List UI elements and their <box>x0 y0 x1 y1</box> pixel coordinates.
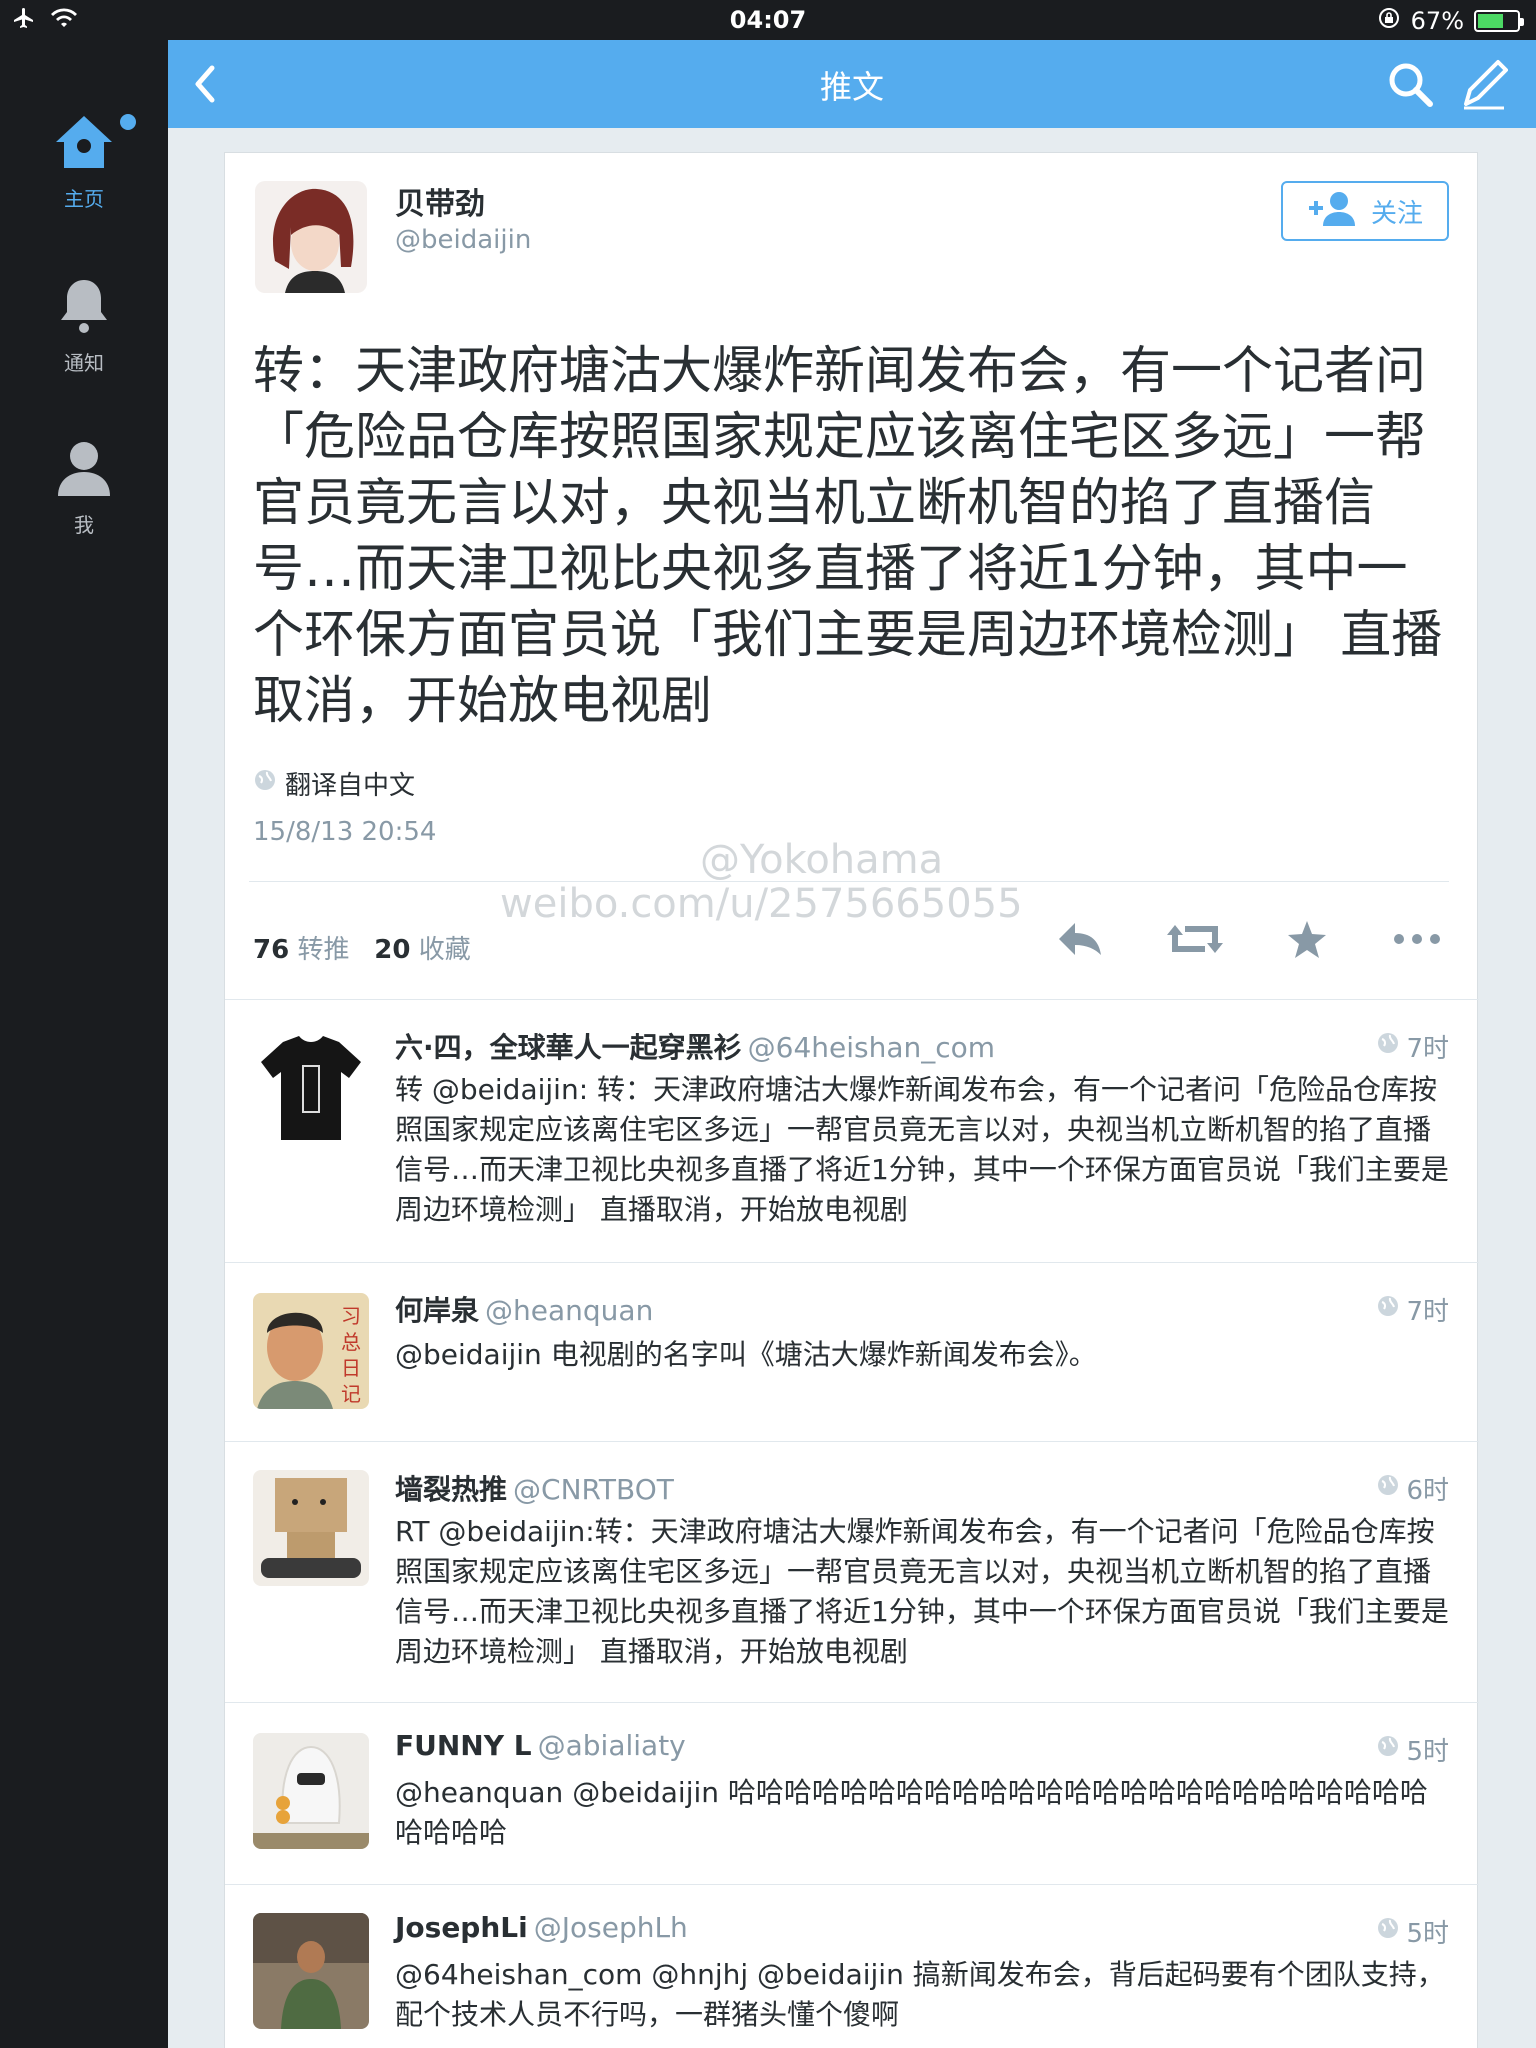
reply-time: 6时 <box>1376 1470 1449 1507</box>
reply-item[interactable]: 六·四，全球華人一起穿黑衫 @64heishan_com 7时 转 @beidai… <box>225 1000 1479 1263</box>
sidebar-item-label: 通知 <box>64 351 104 375</box>
reply-author-name[interactable]: 墙裂热推 <box>395 1473 507 1506</box>
reply-author-handle[interactable]: @JosephLh <box>534 1911 688 1944</box>
reply-text: RT @beidaijin:转：天津政府塘沽大爆炸新闻发布会，有一个记者问「危险… <box>395 1515 1449 1668</box>
reply-text: 转 @beidaijin: 转：天津政府塘沽大爆炸新闻发布会，有一个记者问「危险… <box>395 1073 1449 1226</box>
tweet-card: 贝带劲 @beidaijin 关注 转：天津政府塘沽大爆炸新闻发布会，有一个记者… <box>224 152 1479 2048</box>
avatar[interactable] <box>253 1913 369 2029</box>
user-icon <box>54 442 114 503</box>
author-name[interactable]: 贝带劲 <box>395 179 485 223</box>
favorite-count[interactable]: 20 <box>374 935 410 965</box>
avatar[interactable]: 习总日记 <box>253 1293 369 1409</box>
svg-text:总: 总 <box>341 1330 361 1354</box>
svg-text:习: 习 <box>341 1304 361 1328</box>
reply-time: 5时 <box>1376 1731 1449 1768</box>
reply-author-name[interactable]: 六·四，全球華人一起穿黑衫 <box>395 1031 742 1064</box>
divider <box>249 881 1449 882</box>
reply-text: @heanquan @beidaijin 哈哈哈哈哈哈哈哈哈哈哈哈哈哈哈哈哈哈哈… <box>395 1776 1428 1849</box>
avatar[interactable] <box>253 1028 369 1144</box>
reply-author-handle[interactable]: @64heishan_com <box>748 1031 995 1064</box>
reply-item[interactable]: 习总日记 何岸泉 @heanquan 7时 @beidaijin 电视剧的名字叫《… <box>225 1263 1479 1442</box>
main-panel: 推文 贝带劲 @beidaijin 关注 转：天津政府塘沽大爆炸新闻发布会，有一… <box>168 40 1536 2048</box>
globe-icon <box>1376 1031 1400 1062</box>
orientation-lock-icon <box>1377 6 1401 36</box>
reply-time-label: 7时 <box>1406 1297 1449 1327</box>
reply-author-handle[interactable]: @heanquan <box>485 1294 653 1327</box>
compose-button[interactable] <box>1460 58 1508 114</box>
favorite-button[interactable] <box>1285 919 1329 965</box>
more-button[interactable] <box>1391 919 1443 963</box>
follow-label: 关注 <box>1370 198 1423 229</box>
globe-icon <box>1376 1473 1400 1504</box>
reply-button[interactable] <box>1055 919 1105 963</box>
globe-icon <box>1376 1916 1400 1947</box>
author-handle[interactable]: @beidaijin <box>395 225 531 255</box>
reply-time-label: 5时 <box>1406 1737 1449 1767</box>
tweet-stats: 76 转推 20 收藏 <box>253 929 471 966</box>
reply-time: 7时 <box>1376 1291 1449 1328</box>
reply-text: @64heishan_com @hnjhj @beidaijin 搞新闻发布会，… <box>395 1958 1445 2031</box>
sidebar-item-label: 我 <box>74 513 94 537</box>
translate-link[interactable]: 翻译自中文 <box>253 765 415 802</box>
reply-author-name[interactable]: JosephLi <box>395 1911 528 1944</box>
follow-button[interactable]: 关注 <box>1281 181 1449 241</box>
reply-time-label: 6时 <box>1406 1476 1449 1506</box>
reply-author-name[interactable]: FUNNY L <box>395 1729 532 1762</box>
bell-icon <box>56 280 112 341</box>
main-tweet: 贝带劲 @beidaijin 关注 转：天津政府塘沽大爆炸新闻发布会，有一个记者… <box>225 153 1479 1000</box>
avatar[interactable] <box>255 181 367 293</box>
globe-icon <box>1376 1294 1400 1325</box>
globe-icon <box>253 768 277 799</box>
reply-item[interactable]: 墙裂热推 @CNRTBOT 6时 RT @beidaijin:转：天津政府塘沽大爆… <box>225 1442 1479 1703</box>
reply-item[interactable]: JosephLi @JosephLh 5时 @64heishan_com @hnj… <box>225 1885 1479 2048</box>
add-user-icon <box>1307 190 1359 233</box>
retweet-count-label[interactable]: 转推 <box>297 935 349 965</box>
avatar[interactable] <box>253 1733 369 1849</box>
svg-text:日: 日 <box>341 1356 361 1380</box>
retweet-button[interactable] <box>1165 919 1225 963</box>
globe-icon <box>1376 1734 1400 1765</box>
sidebar-item-me[interactable]: 我 <box>0 438 168 538</box>
svg-text:记: 记 <box>341 1382 361 1406</box>
battery-level <box>1478 14 1503 28</box>
reply-time-label: 7时 <box>1406 1034 1449 1064</box>
sidebar-item-home[interactable]: 主页 <box>0 112 168 212</box>
reply-item[interactable]: FUNNY L @abialiaty 5时 @heanquan @beidaiji… <box>225 1703 1479 1885</box>
tweet-text: 转：天津政府塘沽大爆炸新闻发布会，有一个记者问「危险品仓库按照国家规定应该离住宅… <box>253 342 1443 731</box>
status-time: 04:07 <box>729 6 807 34</box>
reply-author-name[interactable]: 何岸泉 <box>395 1294 479 1327</box>
battery-percent: 67% <box>1410 7 1464 35</box>
translate-label: 翻译自中文 <box>285 771 416 801</box>
sidebar-item-notifications[interactable]: 通知 <box>0 276 168 376</box>
avatar[interactable] <box>253 1470 369 1586</box>
sidebar: 主页 通知 我 <box>0 40 168 2048</box>
reply-time-label: 5时 <box>1406 1919 1449 1949</box>
retweet-count[interactable]: 76 <box>253 935 289 965</box>
reply-author-handle[interactable]: @CNRTBOT <box>513 1473 674 1506</box>
reply-text: @beidaijin 电视剧的名字叫《塘沽大爆炸新闻发布会》。 <box>395 1338 1097 1371</box>
favorite-count-label[interactable]: 收藏 <box>419 935 471 965</box>
unread-dot <box>120 114 136 130</box>
tweet-timestamp: 15/8/13 20:54 <box>253 817 437 847</box>
sidebar-item-label: 主页 <box>64 187 104 211</box>
reply-author-handle[interactable]: @abialiaty <box>538 1729 686 1762</box>
search-button[interactable] <box>1386 60 1434 112</box>
reply-time: 5时 <box>1376 1913 1449 1950</box>
home-icon <box>52 116 116 177</box>
status-bar: 04:07 67% <box>0 0 1536 40</box>
top-bar: 推文 <box>168 40 1536 128</box>
reply-time: 7时 <box>1376 1028 1449 1065</box>
battery-icon <box>1474 10 1524 32</box>
page-title: 推文 <box>819 68 884 106</box>
